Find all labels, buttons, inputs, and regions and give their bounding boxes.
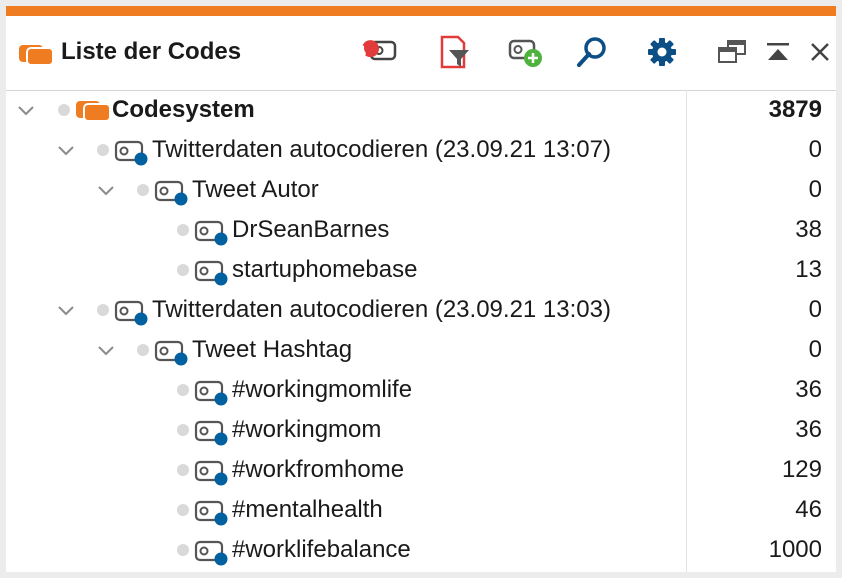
tree-row-code[interactable]: DrSeanBarnes 38 [6,210,836,250]
code-tag-icon [194,458,234,491]
tree-row-code[interactable]: #mentalhealth 46 [6,490,836,530]
code-status-dot[interactable] [137,184,149,196]
code-list-panel: Liste der Codes Codesystem 3879 Twitterd… [6,6,836,572]
tree-row-code[interactable]: Tweet Hashtag 0 [6,330,836,370]
gear-icon [648,38,676,66]
undock-window-button[interactable] [712,34,752,70]
coded-segments-count: 3879 [768,96,822,123]
panel-title: Liste der Codes [61,38,242,65]
code-status-dot[interactable] [177,264,189,276]
tree-row-code[interactable]: #workingmom 36 [6,410,836,450]
accent-bar [6,6,836,16]
chevron-down-icon[interactable] [96,180,116,200]
coded-segments-count: 1000 [768,536,822,563]
settings-button[interactable] [642,34,682,70]
code-status-dot[interactable] [177,224,189,236]
coded-segments-count: 36 [795,376,822,403]
tree-item-label: Tweet Autor [192,176,319,203]
code-tree: Codesystem 3879 Twitterdaten autocodiere… [6,90,836,572]
tree-row-code[interactable]: Tweet Autor 0 [6,170,836,210]
coded-segments-count: 36 [795,416,822,443]
document-filter-button[interactable] [434,34,474,70]
tree-item-label: Codesystem [112,96,255,123]
maximize-button[interactable] [758,34,798,70]
code-undo-icon [362,40,397,61]
code-status-dot[interactable] [97,144,109,156]
coded-segments-count: 46 [795,496,822,523]
code-tag-icon [194,498,234,531]
code-status-dot[interactable] [177,504,189,516]
code-status-dot[interactable] [177,424,189,436]
code-status-dot[interactable] [177,464,189,476]
code-tag-icon [194,378,234,411]
code-tag-icon [154,338,194,371]
tree-item-label: #workingmom [232,416,382,443]
coded-segments-count: 129 [781,456,822,483]
tree-item-label: Twitterdaten autocodieren (23.09.21 13:0… [152,296,611,323]
search-icon [577,37,606,67]
code-status-dot[interactable] [97,304,109,316]
tree-row-code[interactable]: #worklifebalance 1000 [6,530,836,570]
code-undo-button[interactable] [360,34,400,70]
tree-row-code[interactable]: #workfromhome 129 [6,450,836,490]
undock-window-icon [718,40,746,63]
code-status-dot[interactable] [137,344,149,356]
tree-row-codesystem[interactable]: Codesystem 3879 [6,90,836,130]
tree-row-code[interactable]: Twitterdaten autocodieren (23.09.21 13:0… [6,130,836,170]
tree-item-label: Tweet Hashtag [192,336,353,363]
tree-row-code[interactable]: startuphomebase 13 [6,250,836,290]
tree-row-code[interactable]: Twitterdaten autocodieren (23.09.21 13:0… [6,290,836,330]
code-tag-icon [194,258,234,291]
code-system-icon [75,98,111,127]
coded-segments-count: 13 [795,256,822,283]
tree-item-label: DrSeanBarnes [232,216,390,243]
code-status-dot[interactable] [177,384,189,396]
tree-item-label: #workingmomlife [232,376,413,403]
code-tag-icon [194,538,234,571]
new-code-button[interactable] [506,34,546,70]
chevron-down-icon[interactable] [96,340,116,360]
tree-item-label: #workfromhome [232,456,405,483]
coded-segments-count: 0 [808,176,822,203]
coded-segments-count: 0 [808,136,822,163]
panel-header: Liste der Codes [6,16,836,91]
code-system-icon [18,42,54,71]
code-tag-icon [114,298,154,331]
maximize-icon [767,43,789,60]
code-tag-icon [194,218,234,251]
chevron-down-icon[interactable] [56,140,76,160]
tree-item-label: Twitterdaten autocodieren (23.09.21 13:0… [152,136,611,163]
close-icon [811,43,829,61]
new-code-icon [508,39,542,67]
tree-item-label: startuphomebase [232,256,418,283]
coded-segments-count: 0 [808,296,822,323]
document-filter-icon [440,35,469,69]
code-tag-icon [194,418,234,451]
code-status-dot[interactable] [58,104,70,116]
tree-row-code[interactable]: #workingmomlife 36 [6,370,836,410]
coded-segments-count: 38 [795,216,822,243]
code-tag-icon [114,138,154,171]
close-button[interactable] [803,34,836,70]
chevron-down-icon[interactable] [56,300,76,320]
search-button[interactable] [572,34,612,70]
tree-item-label: #worklifebalance [232,536,411,563]
tree-item-label: #mentalhealth [232,496,383,523]
code-tag-icon [154,178,194,211]
chevron-down-icon[interactable] [16,100,36,120]
code-status-dot[interactable] [177,544,189,556]
coded-segments-count: 0 [808,336,822,363]
